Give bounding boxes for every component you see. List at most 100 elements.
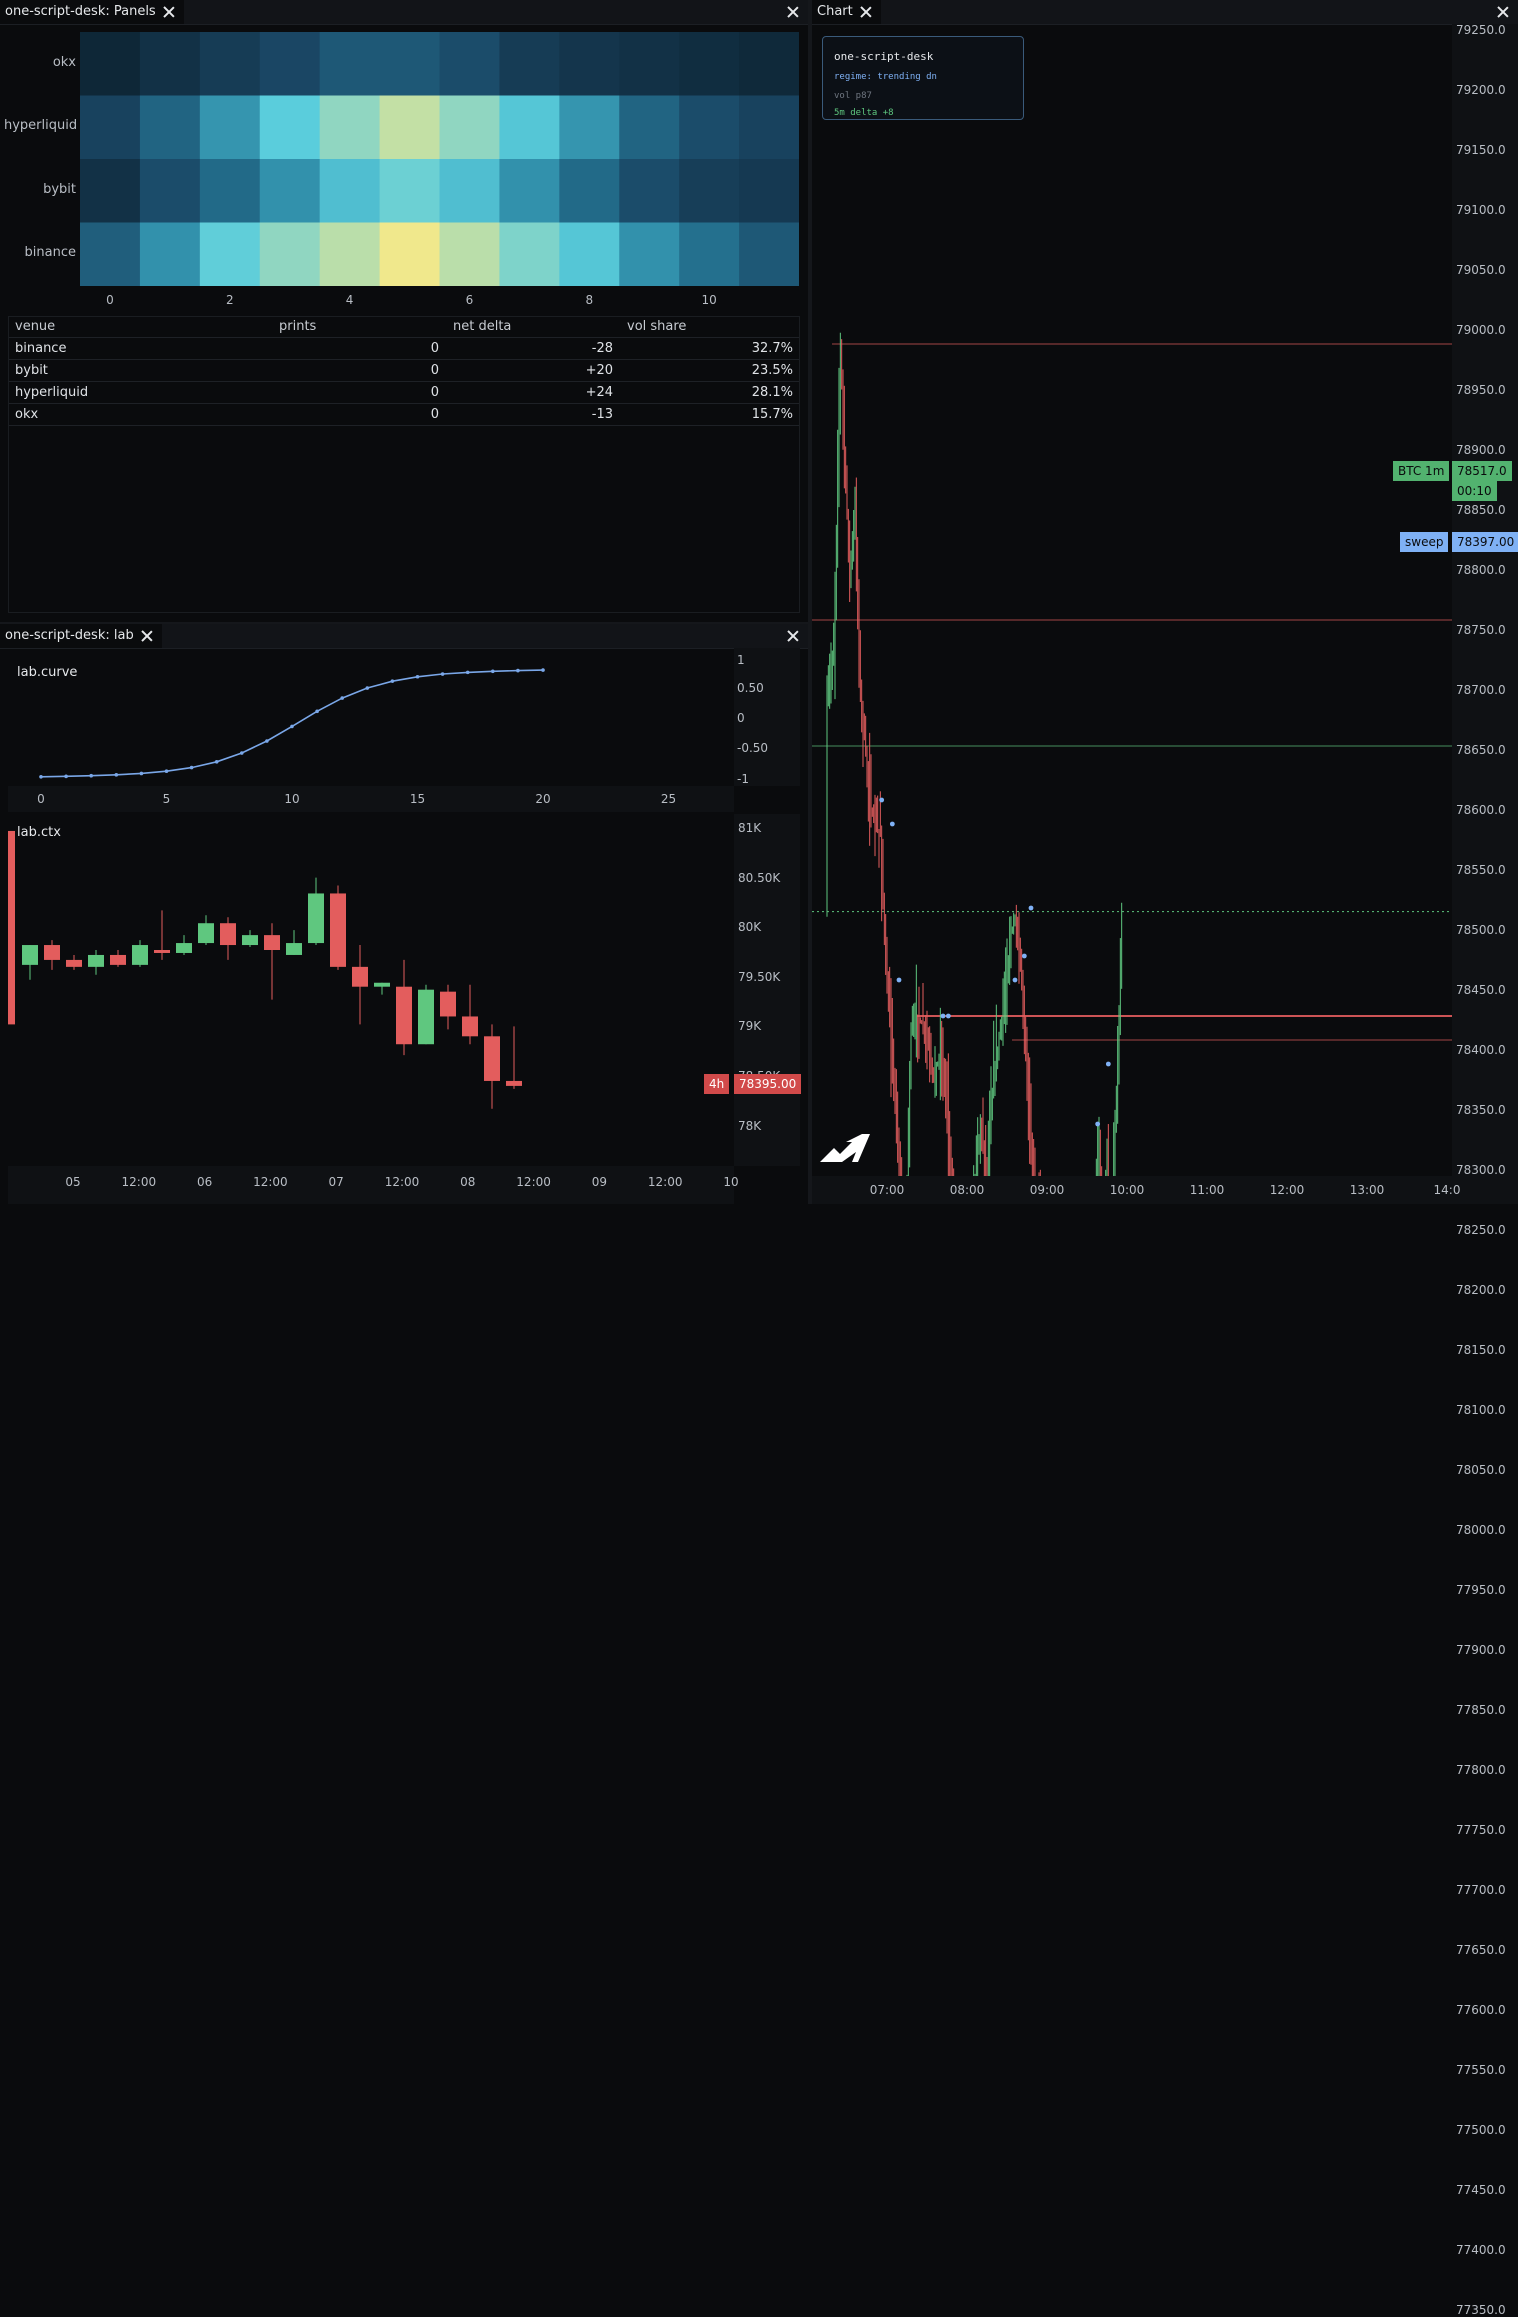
heatmap-cell xyxy=(739,95,799,160)
curve-point xyxy=(89,773,93,778)
price-axis[interactable] xyxy=(1452,24,1518,1204)
heatmap-cell xyxy=(379,32,440,96)
price-tick: 79050.0 xyxy=(1456,263,1506,277)
candle xyxy=(242,935,258,946)
ctx-x-tick: 12:00 xyxy=(647,1175,683,1189)
curve-point xyxy=(64,774,68,779)
heatmap-cell xyxy=(679,222,740,286)
panels-pane: one-script-desk: Panels okx hyperliquid by… xyxy=(0,0,808,622)
price-tick: 78150.0 xyxy=(1456,1343,1506,1357)
lab-tabbar: one-script-desk: lab xyxy=(0,624,808,649)
close-icon[interactable] xyxy=(786,5,800,19)
time-tick: 11:00 xyxy=(1189,1183,1225,1197)
price-tick: 78950.0 xyxy=(1456,383,1506,397)
curve-point xyxy=(465,670,470,675)
heatmap-cell xyxy=(80,32,141,96)
heatmap-cell xyxy=(439,95,500,160)
sweep-marker xyxy=(879,797,885,803)
price-tick: 78250.0 xyxy=(1456,1223,1506,1237)
heatmap-x-tick: 8 xyxy=(585,293,594,307)
price-chart[interactable] xyxy=(812,24,1452,1176)
ctx-x-tick: 12:00 xyxy=(253,1175,288,1189)
ctx-x-tick: 12:00 xyxy=(121,1175,157,1189)
price-tick: 77850.0 xyxy=(1456,1703,1506,1717)
sweep-marker xyxy=(1012,977,1018,983)
curve-x-tick: 25 xyxy=(660,792,677,806)
close-icon[interactable] xyxy=(1496,5,1510,19)
candle xyxy=(220,923,236,946)
heatmap-cell xyxy=(80,159,141,223)
heatmap-cell xyxy=(259,159,321,223)
curve-x-tick: 5 xyxy=(162,792,171,806)
price-tick: 78500.0 xyxy=(1456,923,1506,937)
heatmap-cell xyxy=(559,159,620,223)
heatmap-cell xyxy=(80,95,141,160)
curve-point xyxy=(189,765,194,770)
chart-pane: Chart 79250.0 79200.0 79150.0 79100.0 79050.… xyxy=(812,0,1518,2317)
heatmap-cell xyxy=(319,95,381,160)
price-tick: 78850.0 xyxy=(1456,503,1506,517)
price-tick: 77450.0 xyxy=(1456,2183,1506,2197)
lab-pane: one-script-desk: lab lab.curve 1 0.50 0 -0.… xyxy=(0,624,808,1204)
curve-point xyxy=(265,739,269,743)
price-tick: 77750.0 xyxy=(1456,1823,1506,1837)
heatmap-cell xyxy=(199,95,261,160)
curve-point xyxy=(516,668,520,673)
curve-point xyxy=(390,679,395,683)
ctx-y-tick: 80K xyxy=(738,920,762,935)
candle xyxy=(396,986,412,1045)
ctx-x-tick: 08 xyxy=(460,1175,476,1189)
heatmap-cell xyxy=(619,159,680,223)
heatmap-x-tick: 2 xyxy=(225,293,234,307)
heatmap-cell xyxy=(559,32,620,96)
overlay-regime: regime: trending dn xyxy=(834,72,937,82)
candle xyxy=(110,954,126,965)
price-tick: 78050.0 xyxy=(1456,1463,1506,1477)
ctx-x-tick: 06 xyxy=(196,1175,213,1189)
ctx-title: lab.ctx xyxy=(17,825,61,840)
heatmap-cell xyxy=(619,32,680,96)
script-overlay[interactable]: one-script-desk regime: trending dn vol … xyxy=(822,36,1024,120)
ctx-x-tick: 12:00 xyxy=(516,1175,551,1189)
candle xyxy=(484,1036,500,1081)
curve-x-tick: 20 xyxy=(535,792,551,806)
time-tick: 08:00 xyxy=(949,1183,985,1197)
close-icon[interactable] xyxy=(162,5,176,19)
price-tick: 77650.0 xyxy=(1456,1943,1506,1957)
price-tick: 78700.0 xyxy=(1456,683,1506,697)
price-tick: 78900.0 xyxy=(1456,443,1506,457)
tab-lab-label: one-script-desk: lab xyxy=(5,628,134,643)
ctx-timeframe-badge: 4h xyxy=(704,1074,730,1094)
price-tick: 77400.0 xyxy=(1456,2243,1506,2257)
heatmap-cell xyxy=(499,222,560,286)
chart-tabbar: Chart xyxy=(812,0,1518,25)
candle xyxy=(506,1080,522,1086)
heatmap-cell xyxy=(199,159,261,223)
price-tick: 79150.0 xyxy=(1456,143,1506,157)
price-tick: 78100.0 xyxy=(1456,1403,1506,1417)
close-icon[interactable] xyxy=(786,629,800,643)
curve-y-tick: 0.50 xyxy=(737,681,764,695)
close-icon[interactable] xyxy=(140,629,154,643)
curve-point xyxy=(164,769,169,774)
tradingview-logo-icon[interactable] xyxy=(818,1130,872,1164)
heatmap-cell xyxy=(259,95,321,160)
candle xyxy=(88,954,104,967)
candle xyxy=(44,945,60,960)
curve-x-tick: 15 xyxy=(409,792,426,806)
tab-panels[interactable]: one-script-desk: Panels xyxy=(0,0,184,24)
sweep-marker xyxy=(889,821,895,827)
candle xyxy=(330,893,346,967)
heatmap-cell xyxy=(80,222,141,286)
heatmap-cell xyxy=(319,222,381,286)
close-icon[interactable] xyxy=(859,5,873,19)
curve-point xyxy=(139,771,144,776)
price-tick: 77600.0 xyxy=(1456,2003,1506,2017)
ctx-x-tick: 10 xyxy=(723,1175,739,1189)
heatmap-x-tick: 0 xyxy=(106,293,114,307)
tab-chart[interactable]: Chart xyxy=(812,0,881,24)
heatmap-cell xyxy=(139,159,201,223)
tab-lab[interactable]: one-script-desk: lab xyxy=(0,624,162,648)
time-tick: 14:0 xyxy=(1433,1183,1461,1197)
heatmap-row-label: okx xyxy=(52,54,76,70)
